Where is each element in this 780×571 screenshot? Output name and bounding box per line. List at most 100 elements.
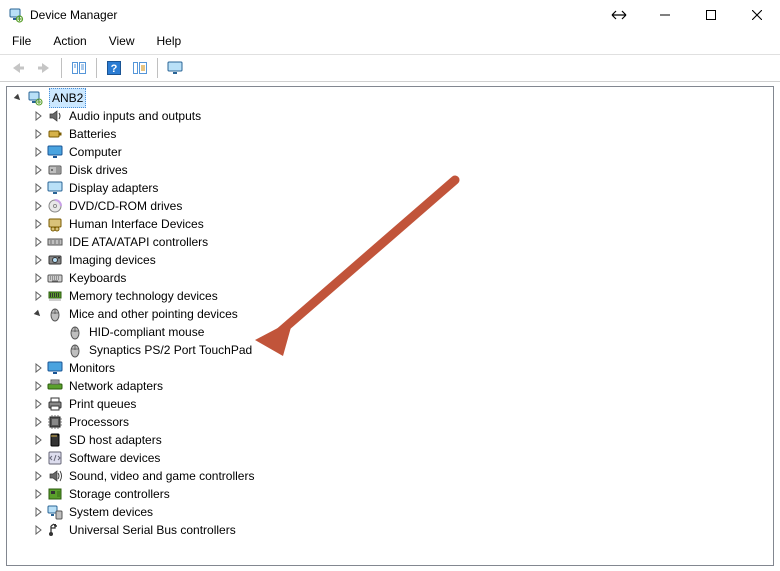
storage-icon [47,486,63,502]
tree-node-label: HID-compliant mouse [87,323,206,341]
tree-node-cat-4[interactable]: Display adapters [7,179,773,197]
maximize-button[interactable] [688,0,734,30]
menu-help[interactable]: Help [153,32,186,50]
collapse-icon[interactable] [31,307,45,321]
tree-node-label: Imaging devices [67,251,158,269]
disk-icon [47,162,63,178]
window-title: Device Manager [30,8,117,22]
tree-node-cat-18[interactable]: Sound, video and game controllers [7,467,773,485]
expand-icon[interactable] [31,217,45,231]
tree-node-cat-11[interactable]: Mice and other pointing devices [7,305,773,323]
tree-node-cat-9[interactable]: Keyboards [7,269,773,287]
app-icon [8,7,24,23]
tree-node-cat-14[interactable]: Print queues [7,395,773,413]
menu-view[interactable]: View [105,32,139,50]
tree-node-label: DVD/CD-ROM drives [67,197,184,215]
toolbar-separator [157,58,158,78]
tree-node-cat-7[interactable]: IDE ATA/ATAPI controllers [7,233,773,251]
printer-icon [47,396,63,412]
tree-node-label: Human Interface Devices [67,215,206,233]
tree-node-cat-6[interactable]: Human Interface Devices [7,215,773,233]
tree-node-cat-21[interactable]: Universal Serial Bus controllers [7,521,773,539]
menubar: File Action View Help [0,30,780,54]
forward-button[interactable] [32,57,56,79]
tree-node-root[interactable]: ANB2 [7,89,773,107]
expand-icon[interactable] [31,163,45,177]
tree-node-label: Audio inputs and outputs [67,107,203,125]
tree-node-cat-10[interactable]: Memory technology devices [7,287,773,305]
back-button[interactable] [6,57,30,79]
expand-icon[interactable] [31,469,45,483]
expand-icon[interactable] [31,433,45,447]
tree-node-label: Synaptics PS/2 Port TouchPad [87,341,254,359]
expand-icon[interactable] [31,127,45,141]
tree-node-cat-0[interactable]: Audio inputs and outputs [7,107,773,125]
tree-node-cat-3[interactable]: Disk drives [7,161,773,179]
processor-icon [47,414,63,430]
show-hide-console-button[interactable] [67,57,91,79]
device-tree[interactable]: ANB2Audio inputs and outputsBatteriesCom… [6,86,774,566]
expand-icon[interactable] [31,487,45,501]
expand-icon[interactable] [31,235,45,249]
expand-icon[interactable] [31,379,45,393]
monitor-button[interactable] [163,57,187,79]
expand-icon[interactable] [31,505,45,519]
tree-node-label: Software devices [67,449,162,467]
expand-icon[interactable] [31,109,45,123]
monitor-icon [47,360,63,376]
menu-action[interactable]: Action [49,32,90,50]
tree-node-cat-15[interactable]: Processors [7,413,773,431]
toolbar-separator [96,58,97,78]
tree-node-cat-8[interactable]: Imaging devices [7,251,773,269]
titlebar: Device Manager [0,0,780,30]
tree-node-label: Processors [67,413,131,431]
tree-node-cat-17[interactable]: Software devices [7,449,773,467]
expand-icon[interactable] [31,145,45,159]
toolbar-separator [61,58,62,78]
sdhost-icon [47,432,63,448]
tree-node-label: Print queues [67,395,138,413]
tree-node-cat-20[interactable]: System devices [7,503,773,521]
actions-button[interactable] [128,57,152,79]
display-icon [47,180,63,196]
collapse-icon[interactable] [11,91,25,105]
hid-icon [47,216,63,232]
tree-node-cat-2[interactable]: Computer [7,143,773,161]
expand-icon[interactable] [31,253,45,267]
tree-node-label: Batteries [67,125,118,143]
close-button[interactable] [734,0,780,30]
menu-file[interactable]: File [8,32,35,50]
tree-node-label: Memory technology devices [67,287,220,305]
tree-node-label: Keyboards [67,269,128,287]
help-button[interactable]: ? [102,57,126,79]
tree-node-cat-5[interactable]: DVD/CD-ROM drives [7,197,773,215]
tree-node-label: ANB2 [49,88,86,108]
expand-icon[interactable] [31,361,45,375]
tree-node-label: Network adapters [67,377,165,395]
tree-node-cat-12[interactable]: Monitors [7,359,773,377]
system-icon [47,504,63,520]
mouse-icon [67,324,83,340]
tree-node-cat-1[interactable]: Batteries [7,125,773,143]
battery-icon [47,126,63,142]
expand-icon[interactable] [31,289,45,303]
expand-icon[interactable] [31,523,45,537]
tree-node-label: Computer [67,143,124,161]
expand-icon[interactable] [31,397,45,411]
minimize-button[interactable] [642,0,688,30]
tree-node-cat-16[interactable]: SD host adapters [7,431,773,449]
tree-node-cat-11-child-1[interactable]: Synaptics PS/2 Port TouchPad [7,341,773,359]
memory-icon [47,288,63,304]
ide-icon [47,234,63,250]
usb-icon [47,522,63,538]
tree-node-cat-19[interactable]: Storage controllers [7,485,773,503]
tree-node-label: System devices [67,503,155,521]
expand-icon[interactable] [31,451,45,465]
tree-node-cat-11-child-0[interactable]: HID-compliant mouse [7,323,773,341]
expand-icon[interactable] [31,199,45,213]
expand-icon[interactable] [31,415,45,429]
expand-icon[interactable] [31,181,45,195]
expand-icon[interactable] [31,271,45,285]
tree-node-label: SD host adapters [67,431,164,449]
tree-node-cat-13[interactable]: Network adapters [7,377,773,395]
